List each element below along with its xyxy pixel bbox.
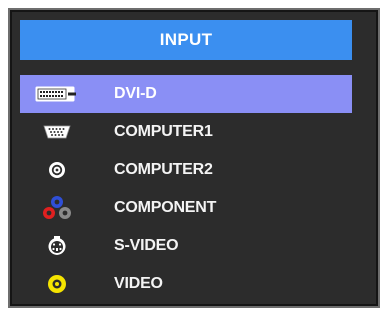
dvi-connector-icon bbox=[26, 75, 88, 113]
input-option-s-video[interactable]: S-VIDEO bbox=[20, 227, 352, 265]
input-option-video[interactable]: VIDEO bbox=[20, 265, 352, 303]
vga-connector-icon bbox=[26, 113, 88, 151]
input-option-label: DVI-D bbox=[114, 85, 157, 102]
component-rca-icon bbox=[26, 189, 88, 227]
input-option-label: S-VIDEO bbox=[114, 237, 179, 254]
input-option-label: COMPONENT bbox=[114, 199, 217, 216]
menu-title-bar: INPUT bbox=[20, 20, 352, 60]
input-option-label: COMPUTER2 bbox=[114, 161, 213, 178]
menu-title: INPUT bbox=[159, 30, 213, 49]
composite-video-icon bbox=[26, 265, 88, 303]
input-option-dvi-d[interactable]: DVI-D bbox=[20, 75, 352, 113]
input-option-label: COMPUTER1 bbox=[114, 123, 213, 140]
s-video-connector-icon bbox=[26, 227, 88, 265]
input-option-label: VIDEO bbox=[114, 275, 163, 292]
input-option-computer2[interactable]: COMPUTER2 bbox=[20, 151, 352, 189]
input-option-computer1[interactable]: COMPUTER1 bbox=[20, 113, 352, 151]
input-option-component[interactable]: COMPONENT bbox=[20, 189, 352, 227]
bnc-connector-icon bbox=[26, 151, 88, 189]
input-source-list: DVI-D COMPUTER1 COMPUTER2 COMPONENT S-VI… bbox=[20, 75, 352, 303]
